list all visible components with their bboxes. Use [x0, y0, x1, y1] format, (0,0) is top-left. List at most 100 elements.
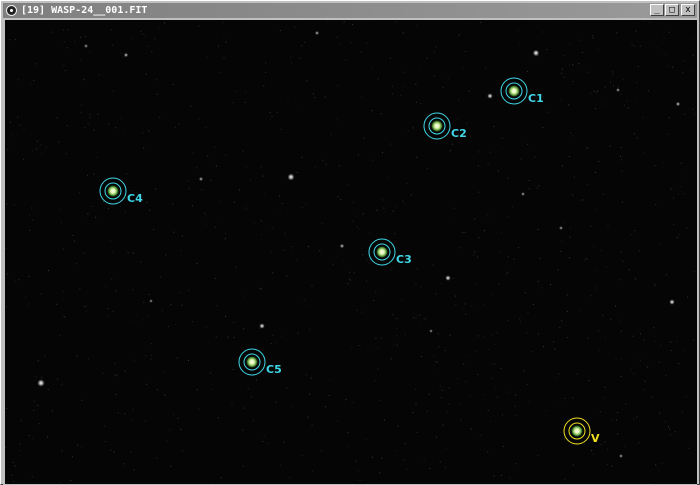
noise-pixel	[677, 193, 679, 195]
close-button[interactable]: x	[681, 4, 695, 16]
noise-pixel	[663, 162, 665, 164]
noise-pixel	[569, 227, 571, 229]
noise-pixel	[97, 113, 99, 115]
noise-pixel	[372, 159, 374, 161]
noise-pixel	[56, 303, 58, 305]
noise-pixel	[434, 116, 436, 117]
noise-pixel	[33, 409, 35, 411]
noise-pixel	[275, 341, 277, 343]
noise-pixel	[233, 201, 235, 203]
noise-pixel	[322, 159, 324, 161]
noise-pixel	[471, 305, 473, 307]
noise-pixel	[360, 51, 362, 53]
noise-pixel	[246, 166, 248, 168]
noise-pixel	[358, 345, 360, 346]
noise-pixel	[223, 57, 225, 59]
noise-pixel	[280, 128, 282, 130]
noise-pixel	[123, 463, 125, 465]
noise-pixel	[48, 270, 50, 271]
noise-pixel	[242, 429, 244, 431]
noise-pixel	[140, 261, 142, 263]
target-star	[571, 425, 583, 437]
noise-pixel	[636, 137, 638, 139]
maximize-button[interactable]: □	[665, 4, 679, 16]
noise-pixel	[108, 316, 109, 318]
noise-pixel	[416, 25, 418, 27]
camera-lens-icon[interactable]	[6, 5, 17, 16]
noise-pixel	[86, 174, 88, 176]
minimize-button[interactable]: _	[650, 4, 664, 16]
noise-pixel	[17, 116, 19, 118]
noise-pixel	[562, 165, 563, 167]
noise-pixel	[664, 421, 666, 423]
noise-pixel	[493, 475, 495, 477]
noise-pixel	[432, 264, 434, 266]
noise-pixel	[348, 271, 350, 273]
noise-pixel	[554, 348, 556, 350]
noise-pixel	[321, 222, 323, 224]
noise-pixel	[595, 287, 596, 289]
noise-pixel	[507, 320, 509, 322]
noise-pixel	[281, 335, 283, 337]
noise-pixel	[132, 419, 134, 421]
noise-pixel	[568, 43, 570, 45]
noise-pixel	[234, 90, 236, 92]
aperture-marker-v[interactable]: V	[563, 417, 600, 445]
noise-pixel	[481, 434, 482, 436]
noise-pixel	[60, 222, 62, 224]
noise-pixel	[462, 67, 464, 69]
noise-pixel	[220, 477, 222, 479]
noise-pixel	[300, 109, 302, 111]
noise-pixel	[602, 193, 604, 195]
field-star	[339, 243, 345, 249]
noise-pixel	[85, 36, 87, 37]
noise-pixel	[673, 197, 675, 199]
noise-pixel	[491, 293, 493, 295]
noise-pixel	[314, 97, 316, 99]
noise-pixel	[81, 399, 83, 401]
noise-pixel	[624, 104, 625, 106]
noise-pixel	[161, 310, 163, 312]
aperture-marker-c2[interactable]: C2	[423, 112, 467, 140]
noise-pixel	[458, 34, 460, 36]
noise-pixel	[620, 155, 622, 157]
noise-pixel	[244, 101, 246, 103]
noise-pixel	[606, 463, 608, 465]
aperture-marker-c3[interactable]: C3	[368, 238, 412, 266]
aperture-marker-c4[interactable]: C4	[99, 177, 143, 205]
image-viewport[interactable]: C1 C2 C4 C3 C5 V	[5, 20, 697, 484]
noise-pixel	[314, 166, 316, 168]
noise-pixel	[349, 279, 351, 281]
noise-pixel	[526, 71, 528, 72]
star-field[interactable]: C1 C2 C4 C3 C5 V	[5, 20, 697, 484]
noise-pixel	[143, 147, 145, 149]
noise-pixel	[272, 334, 274, 336]
noise-pixel	[578, 310, 580, 312]
noise-pixel	[692, 69, 694, 71]
title-bar[interactable]: [19] WASP-24__001.FIT _ □ x	[3, 3, 697, 18]
noise-pixel	[406, 182, 408, 184]
noise-pixel	[566, 337, 568, 338]
noise-pixel	[394, 233, 396, 235]
aperture-marker-c1[interactable]: C1	[500, 77, 544, 105]
noise-pixel	[305, 203, 307, 205]
aperture-marker-c5[interactable]: C5	[238, 348, 282, 376]
noise-pixel	[366, 42, 368, 44]
noise-pixel	[607, 448, 608, 450]
noise-pixel	[214, 277, 216, 279]
noise-pixel	[276, 111, 278, 113]
noise-pixel	[64, 316, 66, 318]
noise-pixel	[682, 350, 684, 352]
noise-pixel	[618, 279, 620, 281]
noise-pixel	[670, 188, 672, 190]
noise-pixel	[441, 397, 443, 398]
noise-pixel	[644, 380, 646, 382]
noise-pixel	[123, 130, 125, 132]
noise-pixel	[281, 203, 283, 204]
noise-pixel	[88, 358, 90, 360]
noise-pixel	[347, 184, 349, 186]
noise-pixel	[40, 293, 42, 295]
noise-pixel	[235, 266, 237, 268]
noise-pixel	[519, 44, 521, 46]
noise-pixel	[111, 278, 113, 280]
